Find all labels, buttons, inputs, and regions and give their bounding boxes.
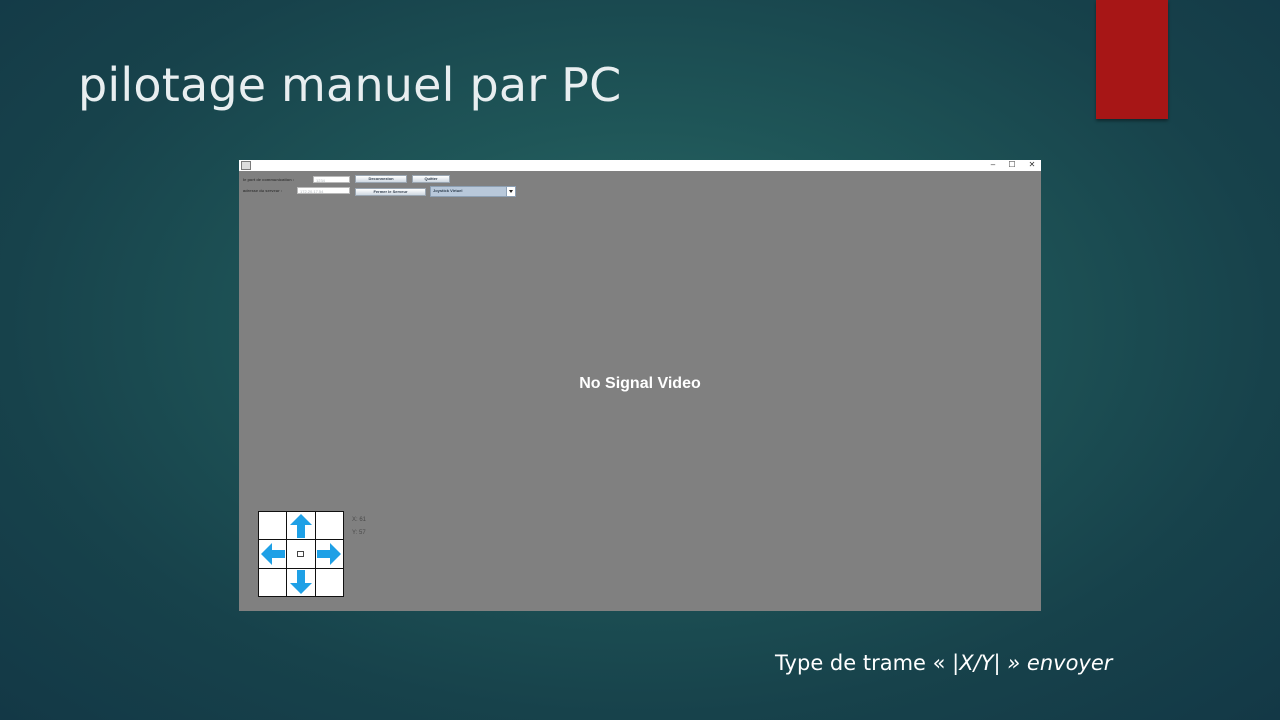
left-button[interactable] — [259, 540, 287, 568]
y-coordinate-readout: Y: 57 — [352, 530, 366, 536]
arrow-right-icon — [317, 542, 342, 565]
pad-cell-empty — [259, 568, 287, 596]
slide-title: pilotage manuel par PC — [78, 58, 622, 112]
mode-select[interactable]: Joystick Virtuel — [430, 186, 516, 197]
center-icon — [297, 550, 305, 557]
maximize-button[interactable]: ☐ — [1005, 159, 1019, 170]
port-input[interactable]: 1234 — [313, 176, 350, 183]
x-coordinate-readout: X: 61 — [352, 517, 367, 523]
arrow-down-icon — [289, 570, 312, 595]
slide-caption: Type de trame « |X/Y| » envoyer — [775, 651, 1112, 675]
window-titlebar: – ☐ ✕ — [239, 160, 1041, 171]
close-button[interactable]: ✕ — [1025, 159, 1039, 170]
arrow-up-icon — [289, 513, 312, 538]
virtual-joystick-pad — [258, 511, 344, 597]
down-button[interactable] — [287, 568, 315, 596]
minimize-button[interactable]: – — [986, 159, 1000, 170]
center-button[interactable] — [287, 540, 315, 568]
up-button[interactable] — [287, 512, 315, 540]
quit-button[interactable]: Quitter — [412, 175, 450, 183]
server-address-label: adresse du serveur : — [243, 188, 283, 193]
video-status-text: No Signal Video — [579, 375, 701, 392]
mode-select-value: Joystick Virtuel — [433, 188, 463, 193]
pad-cell-empty — [315, 568, 343, 596]
arrow-left-icon — [260, 542, 285, 565]
port-label: le port de communication : — [243, 177, 295, 182]
caption-frame-format: |X/Y| » envoyer — [952, 651, 1113, 675]
close-server-button[interactable]: Fermer le Serveur — [355, 188, 426, 196]
disconnect-button[interactable]: Deconnexion — [355, 175, 407, 183]
chevron-down-icon[interactable] — [506, 187, 515, 196]
pad-cell-empty — [315, 512, 343, 540]
pad-cell-empty — [259, 512, 287, 540]
app-window: – ☐ ✕ le port de communication : 1234 De… — [239, 160, 1041, 611]
server-address-input[interactable]: 172.20.17.54 — [297, 187, 350, 194]
right-button[interactable] — [315, 540, 343, 568]
app-icon — [241, 161, 251, 170]
red-accent-tab — [1096, 0, 1168, 119]
caption-prefix: Type de trame « — [775, 651, 953, 675]
